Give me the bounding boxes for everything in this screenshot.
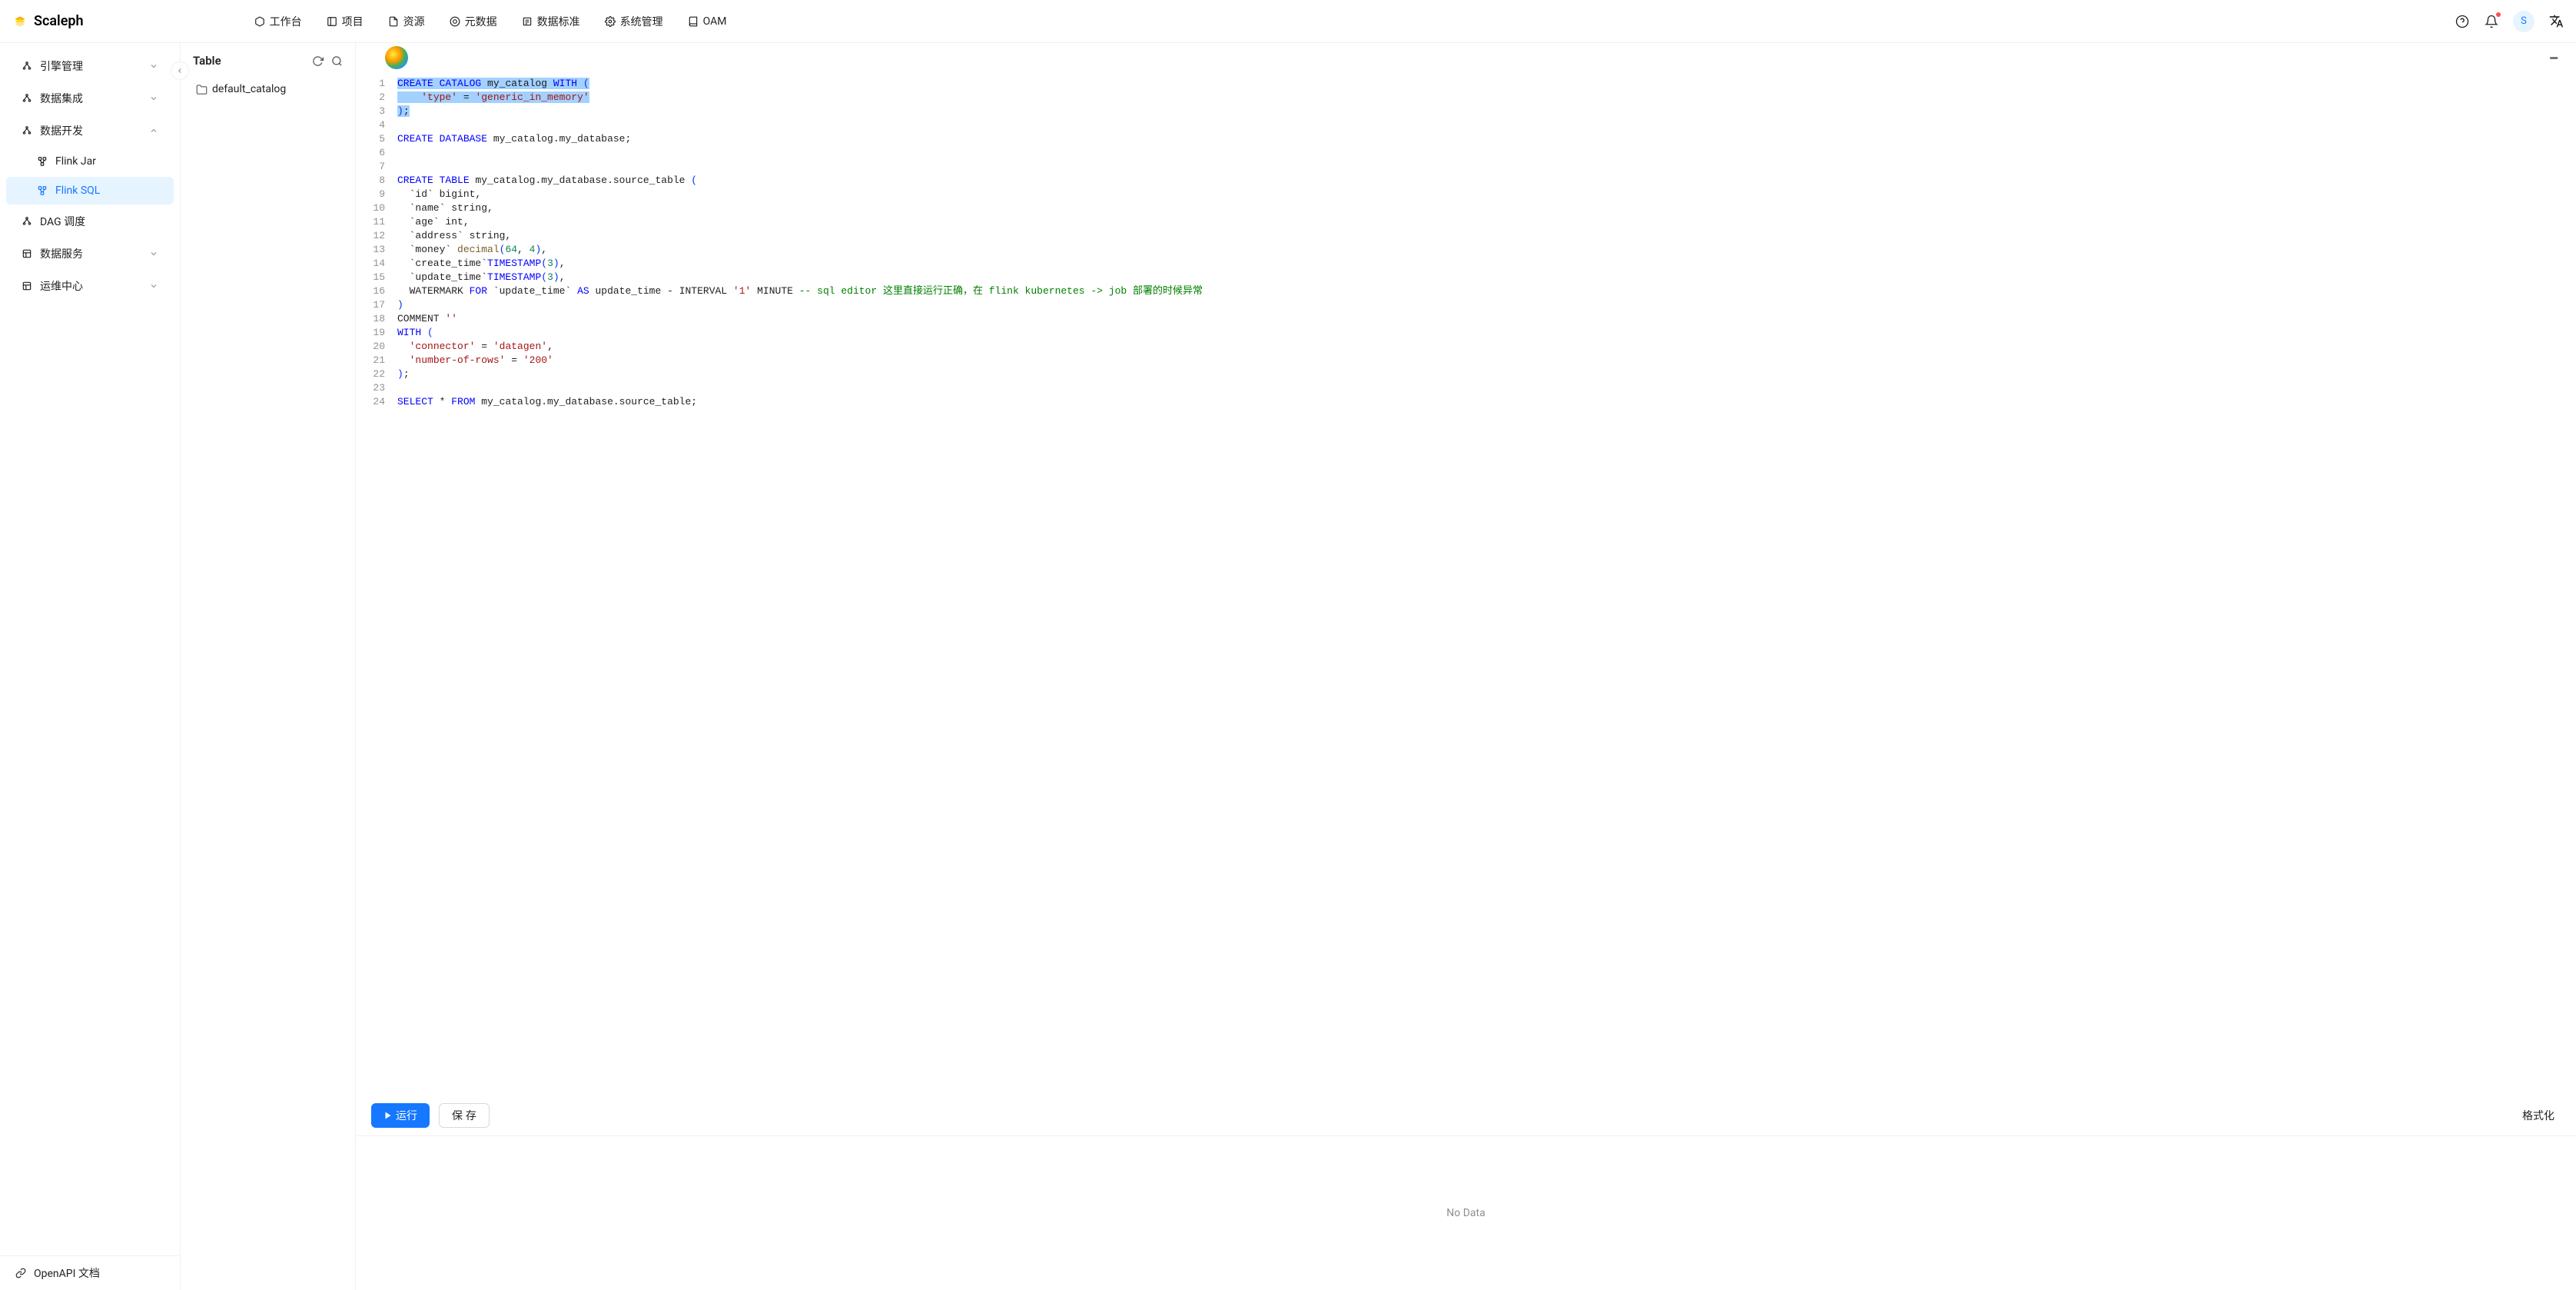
app-name: Scaleph <box>34 13 84 29</box>
target-icon <box>450 16 460 27</box>
code-content[interactable]: CREATE CATALOG my_catalog WITH ( 'type' … <box>394 77 2576 1091</box>
sidebar-item-label: 运维中心 <box>40 278 83 294</box>
table-panel: Table default_catalog <box>181 43 356 1290</box>
main-layout: 引擎管理 数据集成 <box>0 43 2576 1290</box>
table-panel-header: Table <box>193 54 343 68</box>
sidebar-item-service[interactable]: 数据服务 <box>6 238 174 269</box>
avatar-letter: S <box>2521 15 2527 27</box>
nav-label: 系统管理 <box>620 14 663 29</box>
table-panel-actions <box>312 55 343 67</box>
database-icon <box>22 248 32 259</box>
sidebar-subitem-label: Flink SQL <box>55 185 100 197</box>
nav-label: 元数据 <box>465 14 497 29</box>
run-button[interactable]: 运行 <box>371 1103 430 1128</box>
collapse-sidebar-button[interactable] <box>171 62 189 80</box>
sidebar-item-label: 数据集成 <box>40 91 83 106</box>
avatar[interactable]: S <box>2513 11 2535 32</box>
cluster-icon <box>22 61 32 71</box>
notification-dot <box>2496 12 2501 17</box>
chevron-down-icon <box>149 62 158 71</box>
nav-standard[interactable]: 数据标准 <box>511 8 591 35</box>
sidebar-item-integration[interactable]: 数据集成 <box>6 83 174 114</box>
nav-label: 资源 <box>403 14 425 29</box>
cluster-icon <box>22 125 32 136</box>
chevron-down-icon <box>149 94 158 103</box>
footer-label: OpenAPI 文档 <box>34 1265 100 1281</box>
sidebar-item-label: DAG 调度 <box>40 214 85 229</box>
editor-toolbar: 运行 保 存 格式化 <box>356 1096 2576 1136</box>
nav-system[interactable]: 系统管理 <box>594 8 674 35</box>
nav-resource[interactable]: 资源 <box>377 8 436 35</box>
gear-icon <box>605 16 616 27</box>
format-button[interactable]: 格式化 <box>2516 1104 2561 1127</box>
header-right: S <box>2455 11 2564 32</box>
nav-project[interactable]: 项目 <box>316 8 374 35</box>
sidebar-item-label: 数据开发 <box>40 123 83 138</box>
nav-workspace[interactable]: 工作台 <box>244 8 313 35</box>
workflow-icon <box>37 185 48 196</box>
minimize-icon[interactable]: ━ <box>2544 48 2564 68</box>
results-panel: No Data <box>356 1136 2576 1290</box>
empty-text: No Data <box>1446 1207 1485 1219</box>
sidebar-item-engine[interactable]: 引擎管理 <box>6 51 174 81</box>
editor-area: ━ 12345678910111213141516171819202122232… <box>356 43 2576 1290</box>
sidebar-subitem-flink-jar[interactable]: Flink Jar <box>6 148 174 175</box>
header: Scaleph 工作台 项目 资源 <box>0 0 2576 43</box>
refresh-icon[interactable] <box>312 55 324 67</box>
line-gutter: 123456789101112131415161718192021222324 <box>356 77 394 1091</box>
chevron-down-icon <box>149 249 158 258</box>
sidebar-item-label: 引擎管理 <box>40 58 83 74</box>
sidebar-item-dag[interactable]: DAG 调度 <box>6 206 174 237</box>
help-icon[interactable] <box>2455 14 2470 29</box>
project-icon <box>327 16 337 27</box>
folder-icon <box>196 84 207 95</box>
table-tree-item[interactable]: default_catalog <box>193 78 343 100</box>
code-editor[interactable]: 123456789101112131415161718192021222324 … <box>356 72 2576 1096</box>
link-icon <box>15 1268 26 1278</box>
header-left: Scaleph 工作台 项目 资源 <box>12 8 737 35</box>
database-icon <box>22 281 32 291</box>
sidebar-item-dev[interactable]: 数据开发 <box>6 115 174 146</box>
run-label: 运行 <box>396 1108 417 1123</box>
list-icon <box>522 16 533 27</box>
tree-item-label: default_catalog <box>212 83 286 95</box>
workflow-icon <box>37 156 48 167</box>
language-icon[interactable] <box>2548 14 2564 29</box>
file-icon <box>388 16 399 27</box>
nav-metadata[interactable]: 元数据 <box>439 8 508 35</box>
book-icon <box>688 16 699 27</box>
save-button[interactable]: 保 存 <box>439 1103 490 1128</box>
logo-icon <box>12 14 28 29</box>
notification-icon[interactable] <box>2484 14 2499 29</box>
sidebar-item-ops[interactable]: 运维中心 <box>6 271 174 301</box>
cluster-icon <box>22 216 32 227</box>
table-panel-title: Table <box>193 54 221 68</box>
chevron-down-icon <box>149 281 158 291</box>
cluster-icon <box>22 93 32 104</box>
play-icon <box>383 1111 393 1120</box>
nav-label: 工作台 <box>270 14 302 29</box>
sidebar-item-label: 数据服务 <box>40 246 83 261</box>
toolbar-left: 运行 保 存 <box>371 1103 490 1128</box>
sidebar-footer-link[interactable]: OpenAPI 文档 <box>0 1255 180 1290</box>
sidebar-content: 引擎管理 数据集成 <box>0 43 180 1255</box>
cube-icon <box>254 16 265 27</box>
nav-oam[interactable]: OAM <box>677 9 738 34</box>
sidebar-subitem-label: Flink Jar <box>55 155 96 168</box>
sidebar-subitem-flink-sql[interactable]: Flink SQL <box>6 177 174 204</box>
session-avatar <box>385 46 408 69</box>
search-icon[interactable] <box>331 55 343 67</box>
sidebar: 引擎管理 数据集成 <box>0 43 181 1290</box>
nav-label: 项目 <box>342 14 363 29</box>
nav-label: OAM <box>703 15 727 28</box>
chevron-up-icon <box>149 126 158 135</box>
editor-top: ━ <box>356 43 2576 72</box>
nav-menu: 工作台 项目 资源 元数据 <box>244 8 738 35</box>
nav-label: 数据标准 <box>537 14 580 29</box>
